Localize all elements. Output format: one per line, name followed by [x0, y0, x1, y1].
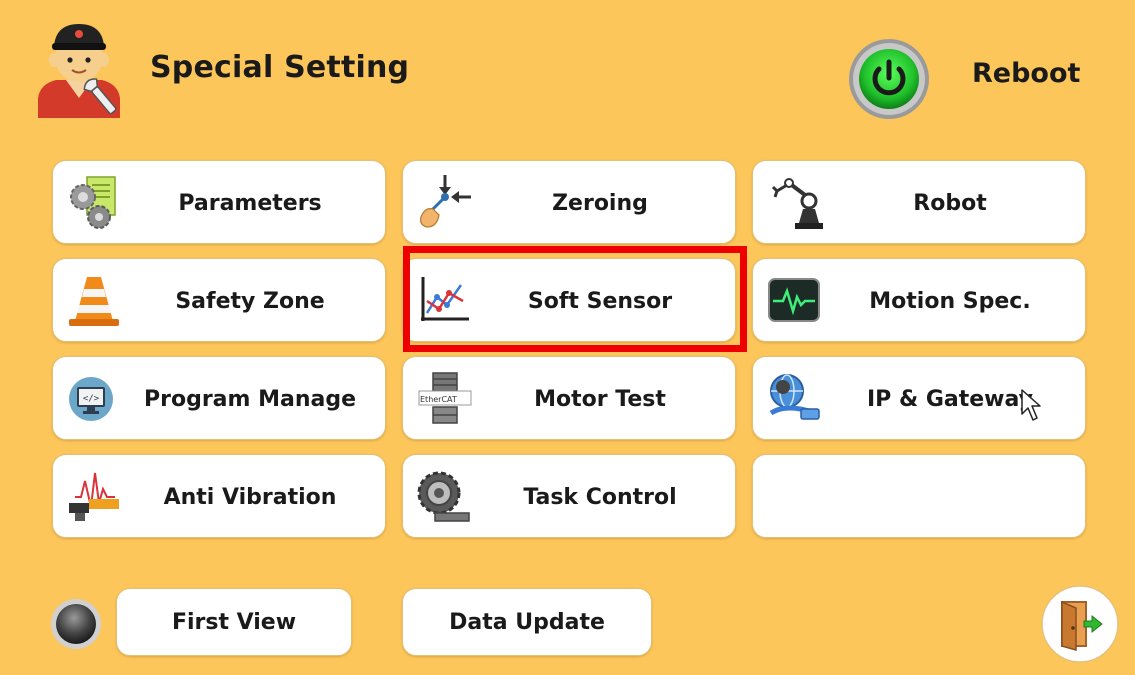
tile-robot[interactable]: Robot	[752, 160, 1086, 244]
tile-anti-vibration[interactable]: Anti Vibration	[52, 454, 386, 538]
exit-door-icon[interactable]	[1040, 584, 1120, 664]
reboot-label[interactable]: Reboot	[972, 58, 1080, 89]
page-title: Special Setting	[150, 50, 410, 85]
tile-parameters[interactable]: Parameters	[52, 160, 386, 244]
tile-task-control[interactable]: Task Control	[402, 454, 736, 538]
zeroing-hand-icon	[420, 175, 471, 228]
tile-label: Soft Sensor	[527, 288, 673, 314]
ethercat-motor-icon: EtherCAT	[418, 372, 472, 424]
robot-arm-icon	[771, 178, 823, 229]
status-led-icon	[51, 599, 101, 649]
tile-label: Safety Zone	[175, 288, 325, 314]
tile-label: Anti Vibration	[163, 484, 337, 510]
vibration-icon	[69, 472, 119, 521]
tile-label: Zeroing	[552, 190, 648, 216]
mechanic-icon	[38, 24, 120, 118]
tile-label: Parameters	[178, 190, 322, 216]
svg-text:</>: </>	[83, 394, 100, 404]
tile-label: Robot	[913, 190, 987, 216]
tile-soft-sensor[interactable]: Soft Sensor	[402, 258, 736, 342]
activity-monitor-icon	[768, 278, 820, 322]
tile-label: Motor Test	[534, 386, 666, 412]
tile-program-manage[interactable]: </> Program Manage	[52, 356, 386, 440]
parameters-gears-icon	[70, 176, 116, 229]
tile-safety-zone[interactable]: Safety Zone	[52, 258, 386, 342]
tile-label: IP & Gateway	[867, 386, 1033, 412]
tile-label: Motion Spec.	[869, 288, 1031, 314]
ethercat-text: EtherCAT	[420, 395, 457, 404]
data-update-button[interactable]: Data Update	[402, 588, 652, 656]
tile-motor-test[interactable]: EtherCAT Motor Test	[402, 356, 736, 440]
traffic-cone-icon	[69, 277, 119, 326]
power-icon[interactable]	[848, 38, 930, 120]
special-setting-screen: Special Setting Reboot Parameters Zeroin…	[0, 0, 1135, 675]
tile-motion-spec[interactable]: Motion Spec.	[752, 258, 1086, 342]
code-monitor-icon: </>	[69, 377, 113, 421]
tile-ip-gateway[interactable]: IP & Gateway	[752, 356, 1086, 440]
tile-zeroing[interactable]: Zeroing	[402, 160, 736, 244]
gear-belt-icon	[417, 471, 470, 522]
first-view-button[interactable]: First View	[116, 588, 352, 656]
tile-label: Task Control	[523, 484, 677, 510]
tile-empty[interactable]	[752, 454, 1086, 538]
tile-label: Program Manage	[143, 386, 357, 412]
line-chart-icon	[421, 277, 469, 321]
network-globe-icon	[769, 374, 820, 420]
